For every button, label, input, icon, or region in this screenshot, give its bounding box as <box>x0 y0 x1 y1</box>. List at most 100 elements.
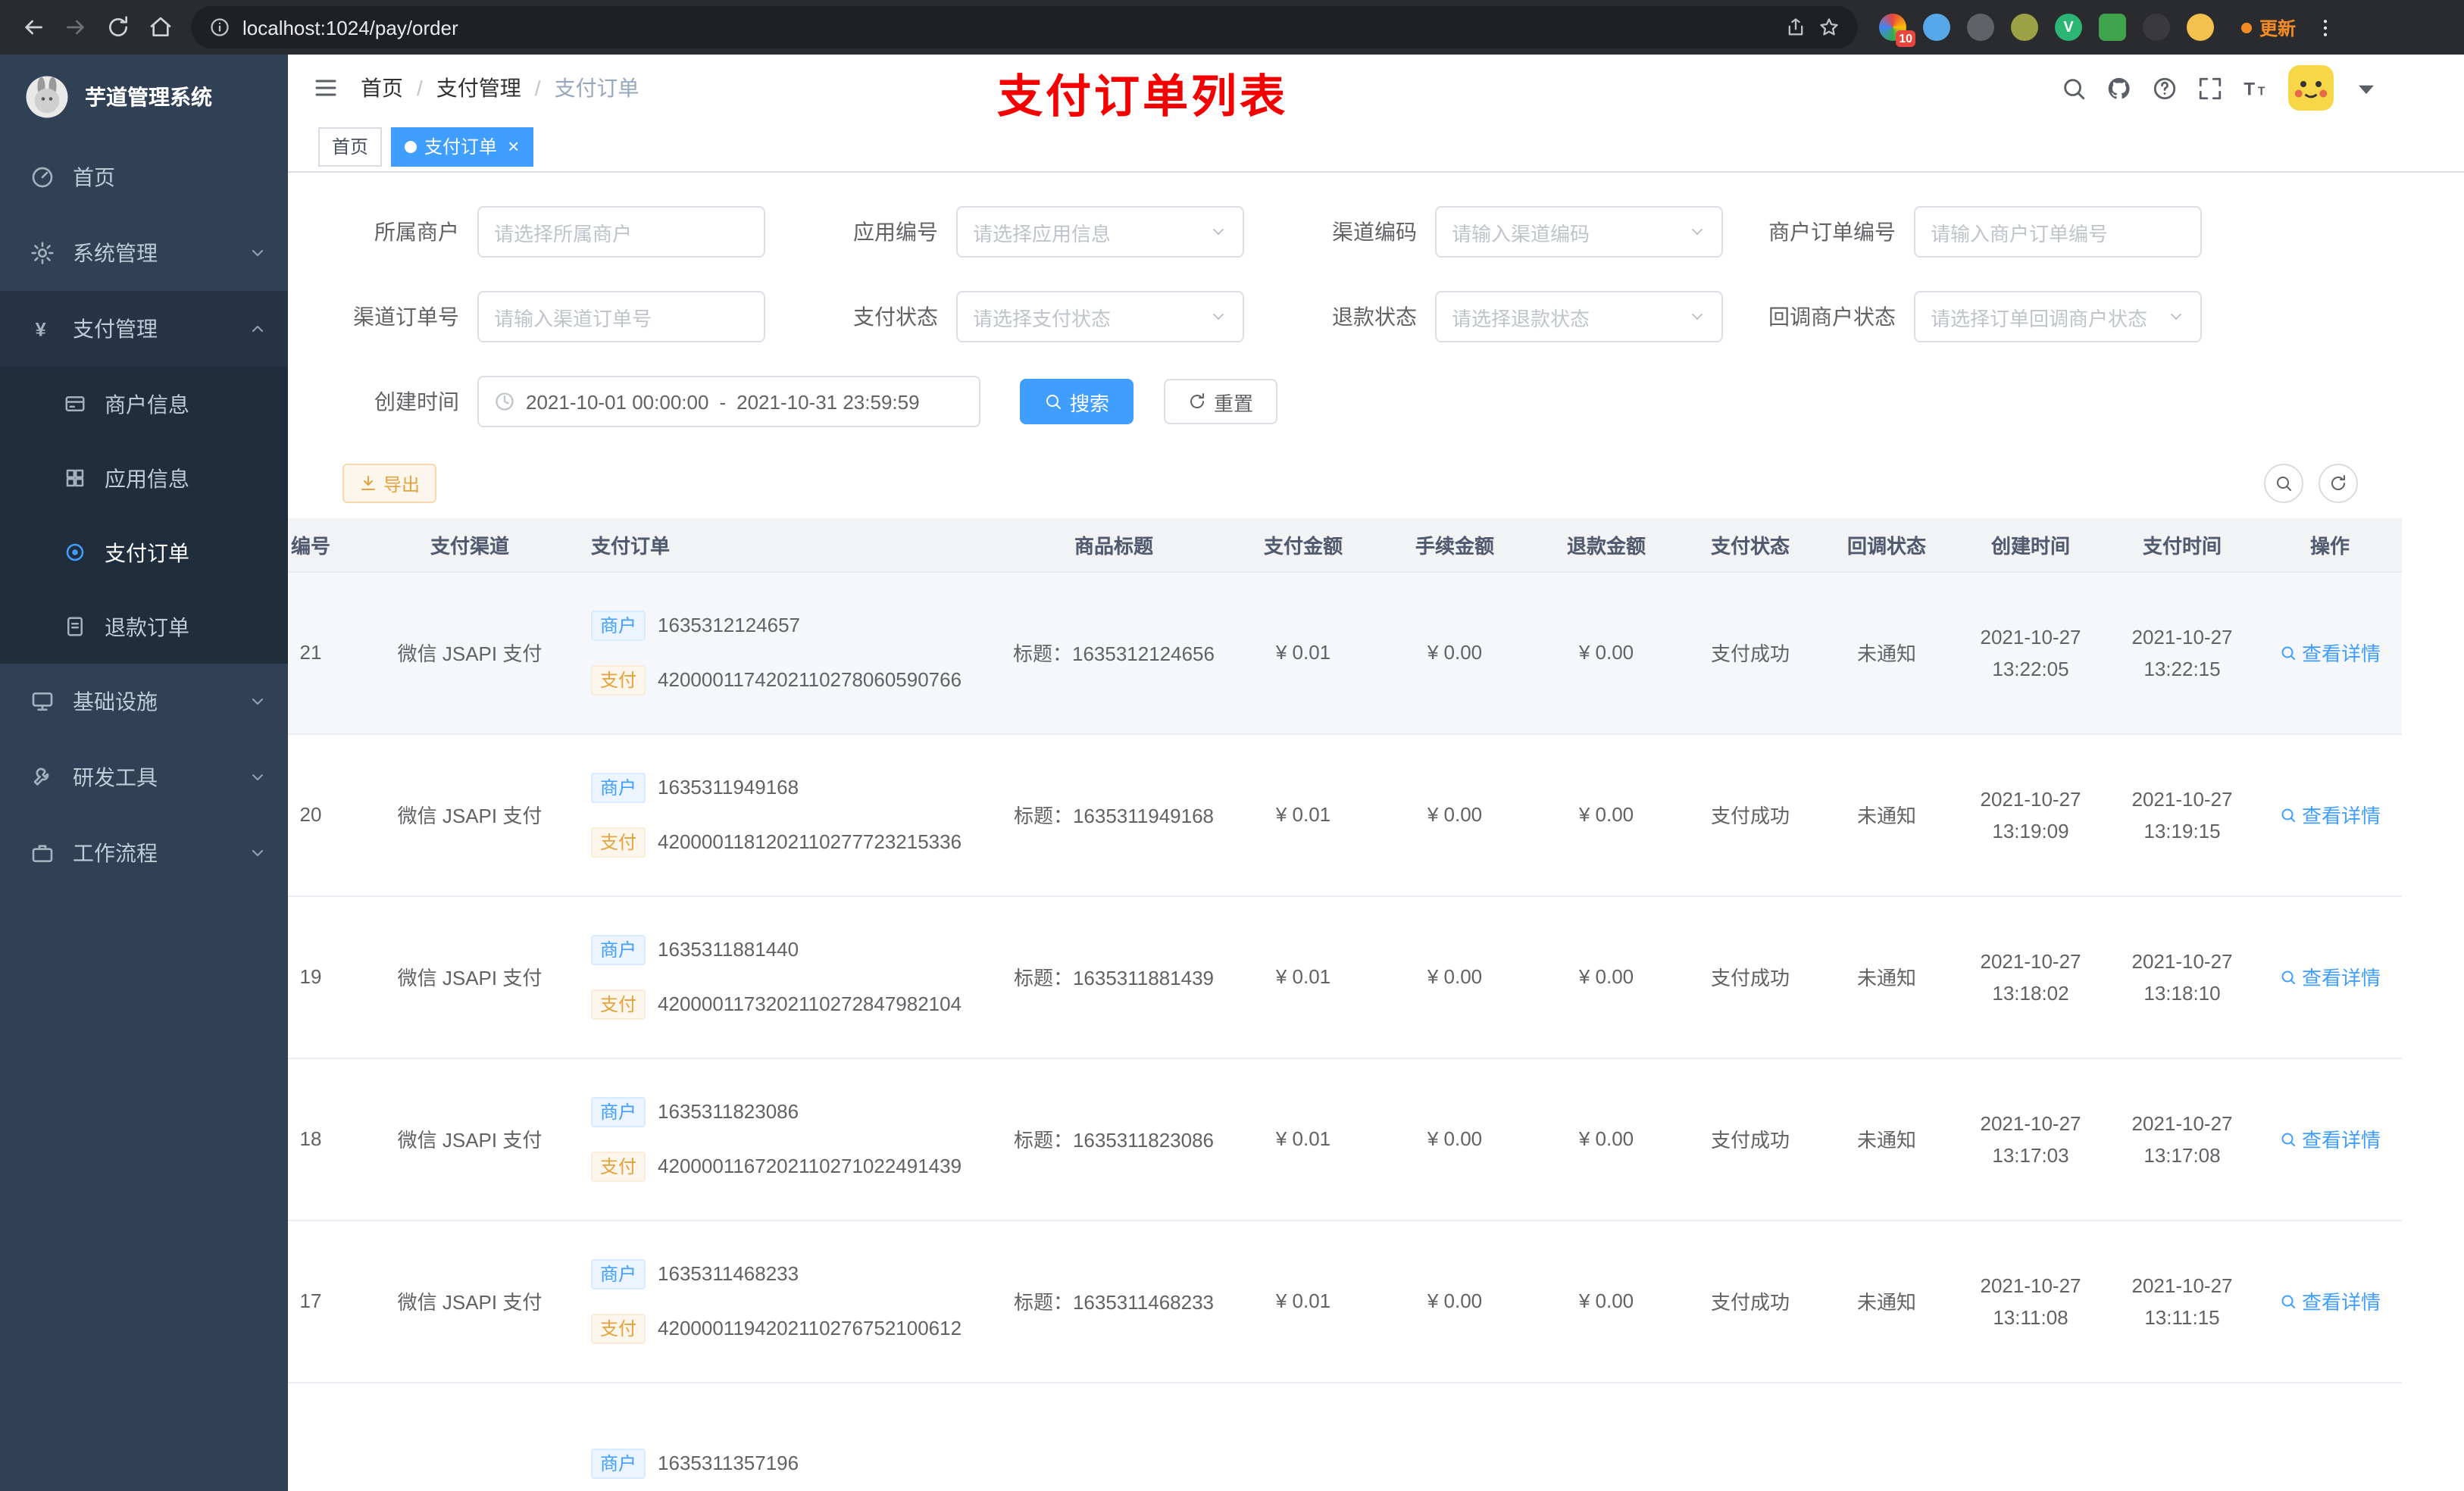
extension-green-note-icon[interactable] <box>2099 14 2126 41</box>
share-icon[interactable] <box>1785 17 1806 38</box>
header-actions: TT <box>2061 55 2379 121</box>
view-detail-link[interactable]: 查看详情 <box>2279 638 2381 667</box>
sidebar-item-app-info[interactable]: 应用信息 <box>0 441 288 515</box>
fullscreen-icon[interactable] <box>2197 75 2223 101</box>
site-info-icon[interactable] <box>209 17 230 38</box>
action-label: 查看详情 <box>2301 967 2381 989</box>
tab-首页[interactable]: 首页 <box>318 127 383 166</box>
app-frame: 芋道管理系统 首页 系统管理 ¥ 支付管理 商户信息 应用信息 支付订单 退款订单 基础设施 研发… <box>0 55 2464 1491</box>
page-title: 支付订单列表 <box>997 73 1288 123</box>
filter-input[interactable]: 请输入渠道订单号 <box>477 291 765 342</box>
app-logo[interactable]: 芋道管理系统 <box>0 55 288 139</box>
filter-row-1: 所属商户 请选择所属商户 应用编号 请选择应用信息 渠道编码 请输入渠道编码 商户订单编号 请… <box>288 206 2464 258</box>
search-button[interactable]: 搜索 <box>1020 379 1134 424</box>
extension-olive-icon[interactable] <box>2011 14 2038 41</box>
filter-select[interactable]: 请选择退款状态 <box>1435 291 1723 342</box>
caret-down-icon[interactable] <box>2353 75 2379 101</box>
user-avatar[interactable] <box>2288 65 2334 111</box>
github-icon[interactable] <box>2106 75 2132 101</box>
sidebar-item-refund-order[interactable]: 退款订单 <box>0 589 288 664</box>
merchant-order-no: 1635311949168 <box>658 776 799 799</box>
extension-dark-icon[interactable] <box>2143 14 2170 41</box>
browser-back-button[interactable] <box>12 6 55 48</box>
hamburger-icon[interactable] <box>312 74 339 102</box>
search-icon[interactable] <box>2061 75 2087 101</box>
merchant-tag: 商户 <box>591 934 646 964</box>
title-cell: 标题：1635311468233 <box>1000 1220 1227 1383</box>
placeholder-text: 请输入渠道订单号 <box>494 307 652 330</box>
pay-line: 支付 4200001167202110271022491439 <box>591 1151 1000 1181</box>
empty-cell <box>2258 1382 2402 1491</box>
extension-colorful-icon[interactable]: 10 <box>1879 14 1915 47</box>
export-button[interactable]: 导出 <box>342 464 437 503</box>
reset-button[interactable]: 重置 <box>1164 379 1278 424</box>
browser-refresh-button[interactable] <box>97 6 139 48</box>
column-header: 编号 <box>288 518 364 572</box>
created-time-cell: 2021-10-27 13:17:03 <box>1955 1058 2106 1221</box>
bookmark-star-icon[interactable] <box>1818 17 1840 38</box>
date-range-picker[interactable]: 2021-10-01 00:00:00 - 2021-10-31 23:59:5… <box>477 376 980 427</box>
filter-select[interactable]: 请输入渠道编码 <box>1435 206 1723 258</box>
filter-select[interactable]: 请选择支付状态 <box>956 291 1244 342</box>
merchant-tag: 商户 <box>591 1258 646 1289</box>
fontsize-icon[interactable]: TT <box>2243 75 2269 101</box>
paid-time-cell: 2021-10-27 13:17:08 <box>2106 1058 2258 1221</box>
view-detail-link[interactable]: 查看详情 <box>2279 1286 2381 1315</box>
yen-icon: ¥ <box>30 317 55 341</box>
extension-face-icon[interactable] <box>2187 14 2214 41</box>
breadcrumb-item[interactable]: 首页 <box>361 73 403 103</box>
search-button-label: 搜索 <box>1070 392 1110 414</box>
extension-blue-icon[interactable] <box>1923 14 1950 41</box>
browser-home-button[interactable] <box>139 6 182 48</box>
amount-cell: ¥ 0.01 <box>1227 1058 1379 1221</box>
filter-field: 退款状态 请选择退款状态 <box>1280 291 1759 342</box>
sidebar-item-workflow[interactable]: 工作流程 <box>0 815 288 891</box>
created-time-cell-line: 2021-10-27 <box>1980 787 2081 810</box>
browser-forward-button[interactable] <box>55 6 97 48</box>
sidebar-item-home[interactable]: 首页 <box>0 139 288 215</box>
view-detail-link[interactable]: 查看详情 <box>2279 1124 2381 1153</box>
sidebar-item-infra[interactable]: 基础设施 <box>0 664 288 739</box>
browser-update-button[interactable]: 更新 <box>2229 8 2308 46</box>
toggle-search-button[interactable] <box>2264 464 2303 503</box>
sidebar-item-devtools[interactable]: 研发工具 <box>0 739 288 815</box>
filter-select[interactable]: 请选择订单回调商户状态 <box>1914 291 2202 342</box>
address-bar[interactable]: localhost:1024/pay/order <box>191 6 1858 48</box>
filter-input[interactable]: 请选择所属商户 <box>477 206 765 258</box>
breadcrumb-item[interactable]: 支付管理 <box>436 73 521 103</box>
tab-close-icon[interactable]: × <box>508 136 519 156</box>
sidebar-item-merchant-info[interactable]: 商户信息 <box>0 367 288 441</box>
pay-tag: 支付 <box>591 1151 646 1181</box>
action-cell: 查看详情 <box>2258 733 2402 896</box>
created-time-cell-line: 13:22:05 <box>1992 657 2069 680</box>
refresh-table-button[interactable] <box>2319 464 2358 503</box>
sidebar-item-payment[interactable]: ¥ 支付管理 <box>0 291 288 367</box>
filter-input[interactable]: 请输入商户订单编号 <box>1914 206 2202 258</box>
filter-label: 回调商户状态 <box>1768 305 1896 329</box>
orders-table-container: 编号 支付渠道 支付订单 商品标题 支付金额 手续金额 退款金额 支付状态 回调状态 创建时间 支付… <box>288 518 2464 1491</box>
filter-row-3: 创建时间 2021-10-01 00:00:00 - 2021-10-31 23… <box>288 376 2464 427</box>
created-time-cell-line: 13:11:08 <box>1993 1305 2068 1328</box>
tab-支付订单[interactable]: 支付订单 × <box>391 127 533 166</box>
view-detail-link[interactable]: 查看详情 <box>2279 800 2381 829</box>
sidebar-item-label: 退款订单 <box>105 614 189 639</box>
sidebar-item-system[interactable]: 系统管理 <box>0 215 288 291</box>
view-detail-link[interactable]: 查看详情 <box>2279 962 2381 991</box>
paid-time-cell-line: 13:19:15 <box>2143 819 2221 842</box>
table-row: 17 微信 JSAPI 支付 商户 1635311468233 支付 4200001194… <box>288 1220 2402 1383</box>
browser-menu-icon[interactable] <box>2314 16 2337 39</box>
home-icon <box>149 15 173 39</box>
id-cell: 20 <box>288 733 364 896</box>
action-label: 查看详情 <box>2301 805 2381 827</box>
created-time-cell: 2021-10-27 13:18:02 <box>1955 896 2106 1058</box>
id-cell <box>288 1382 364 1491</box>
merchant-line: 商户 1635311949168 <box>591 772 1000 802</box>
pay-order-cell: 商户 1635311949168 支付 42000011812021102777232… <box>576 733 1000 896</box>
filter-select[interactable]: 请选择应用信息 <box>956 206 1244 258</box>
filter-field: 支付状态 请选择支付状态 <box>802 291 1280 342</box>
question-icon[interactable] <box>2152 75 2178 101</box>
sidebar-item-label: 支付管理 <box>73 317 158 341</box>
sidebar-item-pay-order[interactable]: 支付订单 <box>0 515 288 589</box>
extension-gray-icon[interactable] <box>1967 14 1994 41</box>
extension-green-check-icon[interactable]: V <box>2055 14 2082 41</box>
